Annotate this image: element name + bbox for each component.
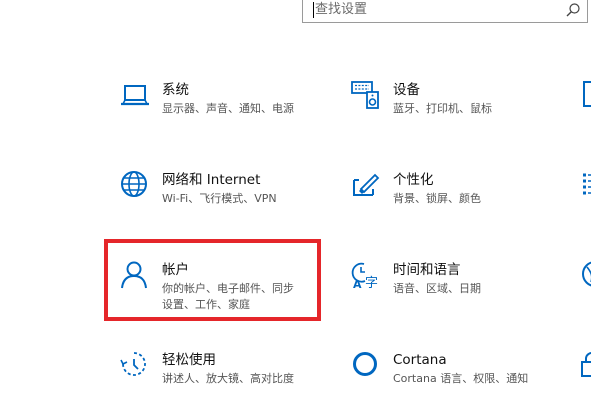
tile-devices-desc: 蓝牙、打印机、鼠标 <box>393 102 492 115</box>
text-caret <box>313 2 314 18</box>
tile-personalization-title: 个性化 <box>393 172 434 188</box>
apps-list-icon <box>583 173 591 195</box>
tile-devices-title: 设备 <box>393 82 420 98</box>
tile-cortana-desc: Cortana 语言、权限、通知 <box>393 372 529 385</box>
lock-icon <box>581 352 591 377</box>
tile-accounts-title: 帐户 <box>162 262 189 278</box>
svg-text:字: 字 <box>365 276 378 290</box>
globe-icon <box>121 171 147 197</box>
laptop-icon <box>121 85 149 106</box>
phone-icon <box>583 81 591 107</box>
svg-text:A: A <box>353 278 362 290</box>
tile-time-language-desc: 语音、区域、日期 <box>393 282 481 295</box>
search-input[interactable]: 查找设置 <box>315 2 367 18</box>
tile-system-title: 系统 <box>162 82 189 98</box>
tile-personalization-desc: 背景、锁屏、颜色 <box>393 192 481 205</box>
search-icon[interactable] <box>565 2 581 18</box>
keyboard-speaker-icon <box>351 81 379 109</box>
person-icon <box>121 261 147 289</box>
xbox-icon <box>582 261 591 287</box>
tile-time-language-title: 时间和语言 <box>393 262 461 278</box>
tile-cortana-title: Cortana <box>393 352 447 368</box>
tile-network-title: 网络和 Internet <box>162 172 261 188</box>
tile-ease-of-access-desc: 讲述人、放大镜、高对比度 <box>162 372 294 385</box>
search-box[interactable]: 查找设置 <box>302 0 588 23</box>
paint-brush-icon <box>353 173 380 196</box>
tile-network-desc: Wi-Fi、飞行模式、VPN <box>162 192 277 205</box>
time-language-icon: A 字 <box>351 262 378 290</box>
tile-accounts-desc: 你的帐户、电子邮件、同步设置、工作、家庭 <box>162 282 294 311</box>
ease-of-access-icon <box>120 352 146 376</box>
cortana-icon <box>353 352 377 376</box>
tile-ease-of-access-title: 轻松使用 <box>162 352 216 368</box>
tile-system-desc: 显示器、声音、通知、电源 <box>162 102 294 115</box>
